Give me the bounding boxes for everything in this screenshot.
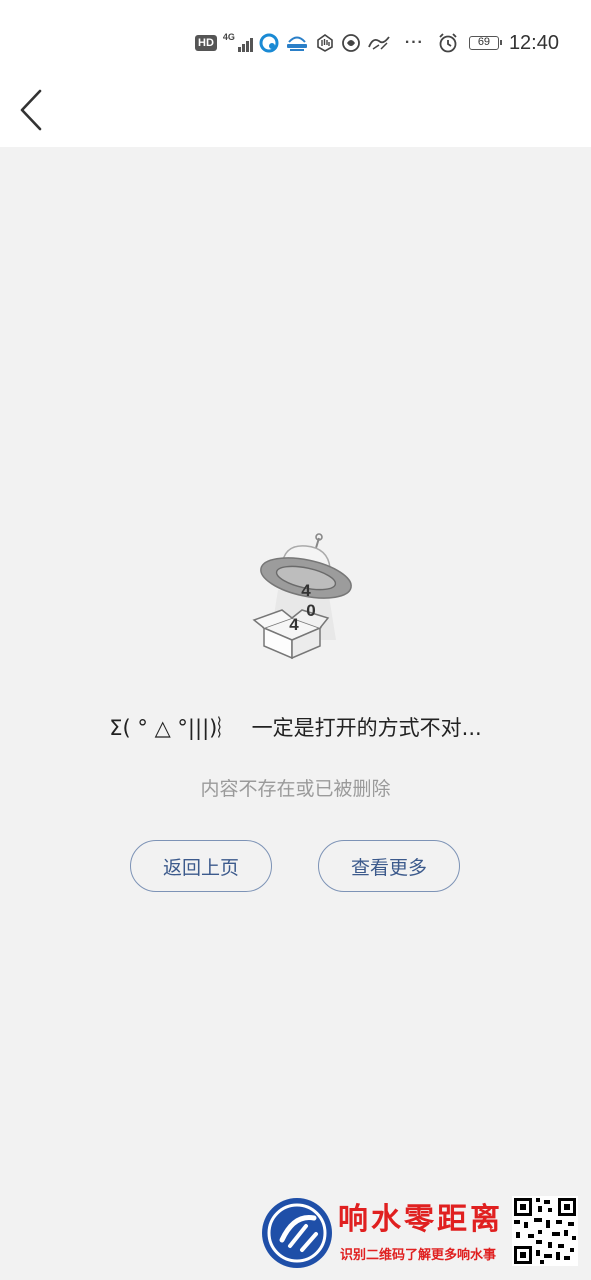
app-notification-icon [286, 36, 307, 51]
status-notification-icons: HD 4G ··· [195, 30, 424, 56]
signal-icon: 4G [223, 32, 253, 54]
status-system-icons: 69 12:40 [437, 30, 559, 56]
back-to-previous-page-button[interactable]: 返回上页 [130, 840, 272, 892]
browser-icon [341, 34, 360, 52]
view-more-button[interactable]: 查看更多 [318, 840, 460, 892]
app-notification-icon [259, 33, 279, 53]
not-found-illustration: 4 0 4 [248, 530, 358, 662]
hd-badge: HD [195, 35, 217, 51]
chevron-left-icon [20, 89, 42, 131]
status-bar: HD 4G ··· 69 12:40 [0, 0, 591, 75]
back-button[interactable] [10, 85, 54, 135]
brand-logo-icon [262, 1198, 332, 1268]
network-type-label: 4G [222, 32, 235, 42]
ufo-box-404-icon: 4 0 4 [252, 533, 352, 660]
battery-icon: 69 [468, 36, 502, 50]
clock-time: 12:40 [508, 31, 559, 54]
app-notification-icon [368, 36, 390, 50]
digit-text: 4 [289, 615, 299, 634]
watermark: 响水零距离 识别二维码了解更多响水事 [260, 1192, 586, 1274]
error-title: Σ( ° △ °|||)︴ 一定是打开的方式不对... [109, 716, 482, 740]
more-notifications-indicator: ··· [404, 34, 424, 51]
navigation-bar [0, 75, 591, 147]
watermark-title: 响水零距离 [338, 1202, 503, 1237]
digit-text: 4 [301, 581, 311, 600]
digit-text: 0 [306, 601, 315, 620]
error-subtitle: 内容不存在或已被删除 [200, 778, 391, 800]
watermark-subtitle: 识别二维码了解更多响水事 [340, 1248, 497, 1263]
hand-icon [317, 34, 333, 52]
alarm-clock-icon [439, 33, 457, 53]
qr-code-icon [512, 1196, 578, 1266]
